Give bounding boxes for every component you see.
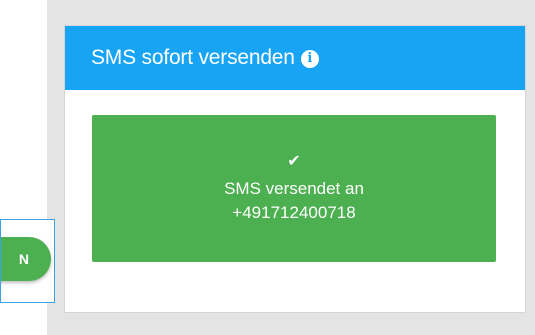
sms-sent-label: SMS versendet an: [224, 178, 364, 198]
sms-recipient-number: +491712400718: [232, 202, 356, 222]
checkmark-icon: ✔: [287, 152, 301, 170]
card-header: SMS sofort versenden i: [65, 26, 525, 90]
card-title: SMS sofort versenden: [91, 46, 295, 69]
sms-send-card: SMS sofort versenden i ✔ SMS versendet a…: [64, 25, 526, 313]
partial-button-label: N: [18, 251, 29, 267]
sms-sent-confirmation: ✔ SMS versendet an +491712400718: [92, 115, 496, 262]
page: SMS sofort versenden i ✔ SMS versendet a…: [0, 0, 535, 335]
highlighted-button-area: N: [0, 219, 55, 303]
partial-action-button[interactable]: N: [1, 237, 51, 281]
info-icon[interactable]: i: [300, 49, 319, 68]
